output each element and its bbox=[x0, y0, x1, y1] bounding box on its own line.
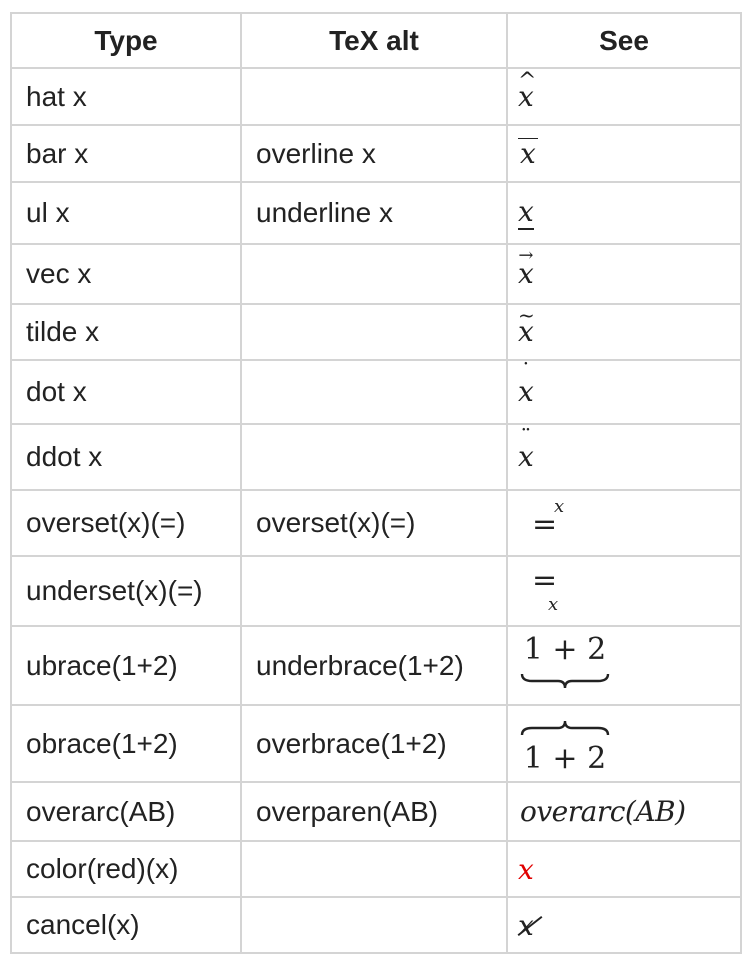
see-cell: ˙ x bbox=[506, 359, 742, 425]
tex-alt-cell: overset(x)(=) bbox=[240, 489, 508, 557]
see-cell: = x bbox=[506, 555, 742, 627]
tex-alt-cell: underbrace(1+2) bbox=[240, 625, 508, 706]
type-cell: vec x bbox=[10, 243, 242, 305]
hat-symbol: ^ x bbox=[518, 68, 537, 113]
tex-alt-cell bbox=[240, 423, 508, 491]
see-cell: ^ x bbox=[506, 67, 742, 126]
table-row: cancel(x) x bbox=[10, 896, 742, 954]
hat-accent-icon: ^ bbox=[518, 68, 537, 94]
underset-symbol: = x bbox=[532, 562, 559, 615]
tex-alt-cell: overline x bbox=[240, 124, 508, 183]
underbrace-symbol: 1 + 2 bbox=[520, 634, 610, 697]
type-cell: overset(x)(=) bbox=[10, 489, 242, 557]
ddot-symbol: ¨ x bbox=[518, 426, 534, 473]
overarc-symbol: overarc(AB) bbox=[520, 795, 686, 828]
tex-alt-cell bbox=[240, 896, 508, 954]
see-cell: x bbox=[506, 840, 742, 898]
type-cell: bar x bbox=[10, 124, 242, 183]
see-cell: x bbox=[506, 896, 742, 954]
see-cell: x bbox=[506, 124, 742, 183]
tex-alt-cell: underline x bbox=[240, 181, 508, 245]
see-cell: ~ x bbox=[506, 303, 742, 361]
table-row: ubrace(1+2) underbrace(1+2) 1 + 2 bbox=[10, 625, 742, 706]
type-cell: overarc(AB) bbox=[10, 781, 242, 842]
double-dot-accent-icon: ¨ bbox=[520, 426, 532, 451]
header-type: Type bbox=[10, 12, 242, 69]
type-cell: hat x bbox=[10, 67, 242, 126]
header-see: See bbox=[506, 12, 742, 69]
tex-alt-cell bbox=[240, 840, 508, 898]
type-cell: ddot x bbox=[10, 423, 242, 491]
tex-alt-cell: overbrace(1+2) bbox=[240, 704, 508, 783]
table-row: ddot x ¨ x bbox=[10, 423, 742, 491]
table-row: obrace(1+2) overbrace(1+2) 1 + 2 bbox=[10, 704, 742, 783]
table-row: dot x ˙ x bbox=[10, 359, 742, 425]
see-cell: x bbox=[506, 181, 742, 245]
tex-alt-cell bbox=[240, 555, 508, 627]
overbrace-icon bbox=[520, 720, 610, 736]
cancel-symbol: x bbox=[518, 908, 534, 942]
type-cell: obrace(1+2) bbox=[10, 704, 242, 783]
type-cell: cancel(x) bbox=[10, 896, 242, 954]
see-cell: → x bbox=[506, 243, 742, 305]
tex-alt-cell bbox=[240, 67, 508, 126]
see-cell: 1 + 2 bbox=[506, 704, 742, 783]
see-cell: = x bbox=[506, 489, 742, 557]
table-row: overset(x)(=) overset(x)(=) = x bbox=[10, 489, 742, 557]
table-row: bar x overline x x bbox=[10, 124, 742, 183]
see-cell: ¨ x bbox=[506, 423, 742, 491]
table-row: color(red)(x) x bbox=[10, 840, 742, 898]
tilde-symbol: ~ x bbox=[518, 303, 535, 348]
table-row: vec x → x bbox=[10, 243, 742, 305]
see-cell: 1 + 2 bbox=[506, 625, 742, 706]
vector-arrow-icon: → bbox=[518, 245, 534, 266]
notation-table: Type TeX alt See hat x ^ x bar x overlin… bbox=[10, 12, 742, 954]
underline-symbol: x bbox=[518, 196, 534, 231]
tilde-accent-icon: ~ bbox=[518, 303, 535, 327]
dot-symbol: ˙ x bbox=[518, 360, 534, 408]
overset-symbol: = x bbox=[532, 495, 565, 542]
header-tex-alt: TeX alt bbox=[240, 12, 508, 69]
type-cell: tilde x bbox=[10, 303, 242, 361]
overbrace-symbol: 1 + 2 bbox=[520, 712, 610, 774]
tex-alt-cell bbox=[240, 243, 508, 305]
header-row: Type TeX alt See bbox=[10, 12, 742, 69]
table-row: hat x ^ x bbox=[10, 67, 742, 126]
table-row: tilde x ~ x bbox=[10, 303, 742, 361]
type-cell: ubrace(1+2) bbox=[10, 625, 242, 706]
dot-accent-icon: ˙ bbox=[520, 360, 532, 385]
table-row: ul x underline x x bbox=[10, 181, 742, 245]
tex-alt-cell: overparen(AB) bbox=[240, 781, 508, 842]
table-row: overarc(AB) overparen(AB) overarc(AB) bbox=[10, 781, 742, 842]
red-x-symbol: x bbox=[518, 852, 534, 886]
see-cell: overarc(AB) bbox=[506, 781, 742, 842]
tex-alt-cell bbox=[240, 303, 508, 361]
underbrace-icon bbox=[520, 673, 610, 688]
type-cell: dot x bbox=[10, 359, 242, 425]
vec-symbol: → x bbox=[518, 245, 534, 290]
tex-alt-cell bbox=[240, 359, 508, 425]
type-cell: ul x bbox=[10, 181, 242, 245]
type-cell: underset(x)(=) bbox=[10, 555, 242, 627]
bar-symbol: x bbox=[518, 136, 538, 170]
type-cell: color(red)(x) bbox=[10, 840, 242, 898]
table-row: underset(x)(=) = x bbox=[10, 555, 742, 627]
